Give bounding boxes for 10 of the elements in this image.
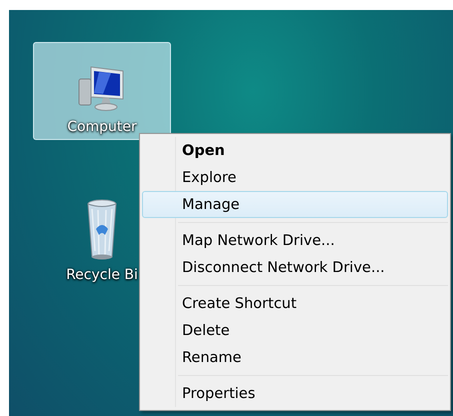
- menu-item[interactable]: Open: [142, 137, 448, 164]
- menu-item[interactable]: Create Shortcut: [142, 290, 448, 317]
- menu-item[interactable]: Manage: [142, 191, 448, 218]
- recycle-bin-icon: [86, 199, 118, 261]
- icon-label: Recycle Bi: [66, 267, 138, 283]
- menu-item[interactable]: Properties: [142, 380, 448, 407]
- menu-item[interactable]: Delete: [142, 317, 448, 344]
- icon-label: Computer: [67, 119, 137, 135]
- menu-item[interactable]: Explore: [142, 164, 448, 191]
- menu-item[interactable]: Rename: [142, 344, 448, 371]
